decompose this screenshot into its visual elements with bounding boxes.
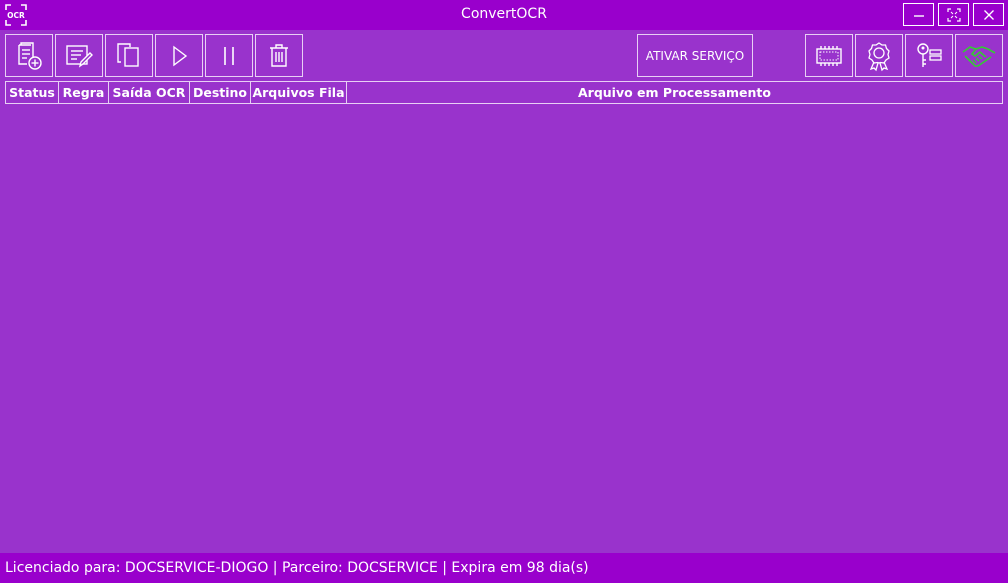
minimize-button[interactable] <box>903 3 934 26</box>
license-status-text: Licenciado para: DOCSERVICE-DIOGO | Parc… <box>5 560 589 576</box>
delete-icon <box>270 43 288 67</box>
play-icon <box>173 45 188 66</box>
title-bar: OCR ConvertOCR <box>0 0 1008 30</box>
start-button[interactable] <box>155 34 203 77</box>
add-rule-icon <box>18 41 42 70</box>
key-list-icon <box>917 42 942 67</box>
copy-icon <box>117 42 139 67</box>
award-ribbon-icon <box>868 41 890 71</box>
pause-icon <box>224 46 234 65</box>
queue-grid-header: Status Regra Saída OCR Destino Arquivos … <box>5 81 1003 104</box>
license-button[interactable] <box>855 34 903 77</box>
column-processing-file[interactable]: Arquivo em Processamento <box>347 82 1002 103</box>
status-bar: Licenciado para: DOCSERVICE-DIOGO | Parc… <box>0 553 1008 583</box>
memory-chip-icon <box>816 45 842 66</box>
copy-button[interactable] <box>105 34 153 77</box>
close-button[interactable] <box>973 3 1004 26</box>
column-destination[interactable]: Destino <box>190 82 251 103</box>
column-rule[interactable]: Regra <box>59 82 109 103</box>
add-rule-button[interactable] <box>5 34 53 77</box>
handshake-icon <box>962 45 996 67</box>
maximize-button[interactable] <box>938 3 969 26</box>
column-queue-files[interactable]: Arquivos Fila <box>251 82 347 103</box>
maximize-icon <box>946 7 961 22</box>
minimize-icon <box>913 14 924 17</box>
edit-rule-button[interactable] <box>55 34 103 77</box>
delete-button[interactable] <box>255 34 303 77</box>
keys-button[interactable] <box>905 34 953 77</box>
edit-rule-icon <box>66 44 93 68</box>
toolbar: ATIVAR SERVIÇO <box>0 30 1008 80</box>
activate-service-button[interactable]: ATIVAR SERVIÇO <box>637 34 753 77</box>
memory-button[interactable] <box>805 34 853 77</box>
window-title: ConvertOCR <box>461 6 547 22</box>
column-ocr-output[interactable]: Saída OCR <box>109 82 190 103</box>
pause-button[interactable] <box>205 34 253 77</box>
close-icon <box>983 9 994 20</box>
column-status[interactable]: Status <box>6 82 59 103</box>
partner-button[interactable] <box>955 34 1003 77</box>
